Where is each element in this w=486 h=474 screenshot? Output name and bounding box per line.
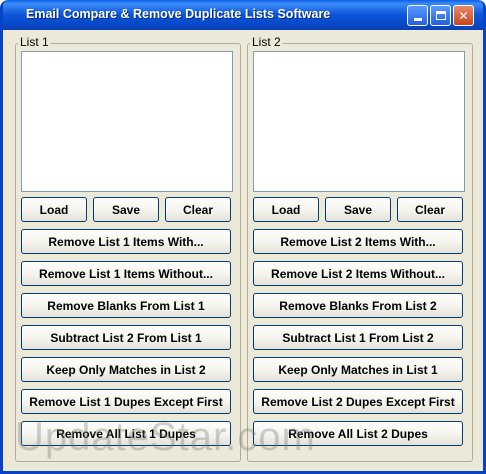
list1-clear-button[interactable]: Clear: [165, 197, 231, 222]
list2-clear-button[interactable]: Clear: [397, 197, 463, 222]
list1-remove-all-dupes-button[interactable]: Remove All List 1 Dupes: [21, 421, 231, 446]
list2-keep-matches-button[interactable]: Keep Only Matches in List 1: [253, 357, 463, 382]
maximize-icon: [435, 11, 446, 20]
list1-save-button[interactable]: Save: [93, 197, 159, 222]
list2-remove-all-dupes-button[interactable]: Remove All List 2 Dupes: [253, 421, 463, 446]
list1-remove-blanks-button[interactable]: Remove Blanks From List 1: [21, 293, 231, 318]
list2-remove-blanks-button[interactable]: Remove Blanks From List 2: [253, 293, 463, 318]
list1-listbox[interactable]: [21, 51, 233, 192]
title-bar[interactable]: Email Compare & Remove Duplicate Lists S…: [3, 0, 483, 30]
list1-remove-with-button[interactable]: Remove List 1 Items With...: [21, 229, 231, 254]
list1-load-button[interactable]: Load: [21, 197, 87, 222]
app-window: Email Compare & Remove Duplicate Lists S…: [0, 0, 486, 474]
maximize-button[interactable]: [430, 5, 451, 26]
list1-subtract-button[interactable]: Subtract List 2 From List 1: [21, 325, 231, 350]
list1-remove-without-button[interactable]: Remove List 1 Items Without...: [21, 261, 231, 286]
list2-save-button[interactable]: Save: [325, 197, 391, 222]
list2-listbox[interactable]: [253, 51, 465, 192]
list2-dupes-except-first-button[interactable]: Remove List 2 Dupes Except First: [253, 389, 463, 414]
list1-keep-matches-button[interactable]: Keep Only Matches in List 2: [21, 357, 231, 382]
list2-remove-without-button[interactable]: Remove List 2 Items Without...: [253, 261, 463, 286]
close-button[interactable]: ✕: [453, 5, 474, 26]
minimize-icon: [413, 18, 422, 21]
list1-dupes-except-first-button[interactable]: Remove List 1 Dupes Except First: [21, 389, 231, 414]
list2-subtract-button[interactable]: Subtract List 1 From List 2: [253, 325, 463, 350]
list2-remove-with-button[interactable]: Remove List 2 Items With...: [253, 229, 463, 254]
list1-label: List 1: [18, 35, 51, 49]
close-icon: ✕: [458, 8, 469, 23]
list2-label: List 2: [250, 35, 283, 49]
window-title: Email Compare & Remove Duplicate Lists S…: [26, 7, 331, 21]
minimize-button[interactable]: [407, 5, 428, 26]
list2-load-button[interactable]: Load: [253, 197, 319, 222]
